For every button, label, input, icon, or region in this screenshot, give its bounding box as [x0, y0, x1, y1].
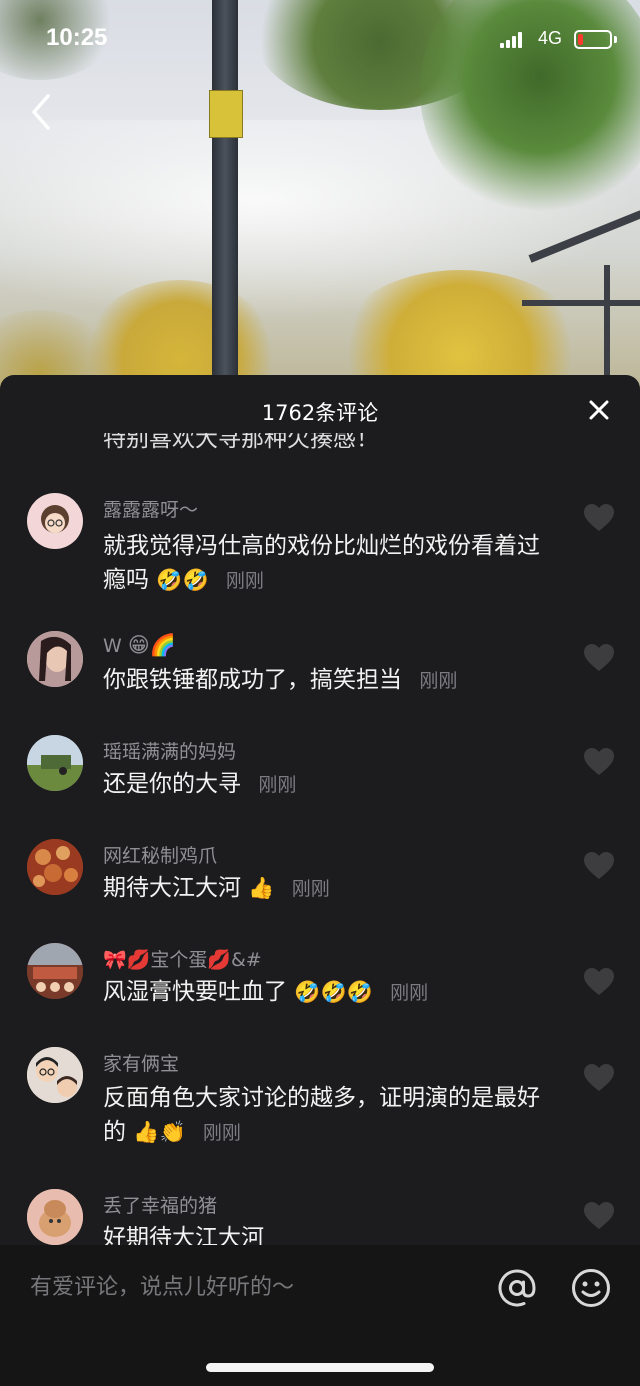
- avatar[interactable]: [27, 735, 83, 791]
- comment-emojis: 🤣🤣: [156, 568, 209, 592]
- network-type: 4G: [538, 28, 563, 48]
- comment-count-title: 1762条评论: [261, 401, 379, 425]
- like-button[interactable]: [583, 1201, 615, 1231]
- comment-text: 还是你的大寻 刚刚: [103, 767, 558, 802]
- comment-author[interactable]: 瑶瑶满满的妈妈: [103, 737, 236, 764]
- partial-comment-text: 特别喜欢大寻那种欠揍感！: [103, 433, 379, 452]
- structure: [604, 265, 610, 385]
- heart-icon: [584, 1202, 614, 1229]
- comment-panel: 1762条评论 特别喜欢大寻那种欠揍感！ 露露露呀～ 就我觉得冯仕高的戏份比灿烂…: [0, 375, 640, 1386]
- comment-time: 刚刚: [225, 570, 264, 592]
- comment-author[interactable]: 🎀💋宝个蛋💋&#: [103, 945, 262, 972]
- comment-input[interactable]: [30, 1267, 470, 1307]
- close-icon: [589, 400, 609, 420]
- heart-icon: [584, 968, 614, 995]
- comment-author[interactable]: 网红秘制鸡爪: [103, 841, 217, 868]
- comment-time: 刚刚: [419, 670, 458, 692]
- status-bar: 10:25 4G: [0, 0, 640, 80]
- comment-text: 风湿膏快要吐血了 🤣🤣🤣 刚刚: [103, 975, 558, 1010]
- status-time: 10:25: [46, 24, 108, 51]
- comment-time: 刚刚: [202, 1122, 241, 1144]
- avatar[interactable]: [27, 1189, 83, 1245]
- avatar[interactable]: [27, 493, 83, 549]
- battery-icon: [574, 30, 612, 49]
- comment-author[interactable]: W 😁🌈: [103, 633, 176, 658]
- comment-author[interactable]: 家有俩宝: [103, 1049, 179, 1076]
- comment-text: 反面角色大家讨论的越多，证明演的是最好的 👍👏 刚刚: [103, 1081, 558, 1150]
- pole-sign: [209, 90, 243, 138]
- comment-text: 就我觉得冯仕高的戏份比灿烂的戏份看着过瘾吗 🤣🤣 刚刚: [103, 529, 558, 598]
- like-button[interactable]: [583, 967, 615, 997]
- heart-icon: [584, 504, 614, 531]
- comment-text: 你跟铁锤都成功了，搞笑担当 刚刚: [103, 663, 558, 698]
- comment-time: 刚刚: [258, 774, 297, 796]
- avatar[interactable]: [27, 1047, 83, 1103]
- smiley-icon: [572, 1269, 610, 1307]
- mention-button[interactable]: [496, 1267, 538, 1309]
- close-button[interactable]: [584, 395, 614, 425]
- comment-time: 刚刚: [390, 982, 429, 1004]
- like-button[interactable]: [583, 643, 615, 673]
- comment-text: 好期待大江大河: [103, 1221, 558, 1245]
- at-icon: [498, 1269, 536, 1307]
- comment-author[interactable]: 露露露呀～: [103, 495, 198, 522]
- comment-body: 风湿膏快要吐血了: [103, 979, 287, 1005]
- like-button[interactable]: [583, 747, 615, 777]
- emoji-button[interactable]: [570, 1267, 612, 1309]
- like-button[interactable]: [583, 503, 615, 533]
- comment-text: 期待大江大河 👍 刚刚: [103, 871, 558, 906]
- comment-emojis: 🤣🤣🤣: [294, 980, 373, 1004]
- comment-emojis: 👍👏: [133, 1120, 186, 1144]
- structure: [522, 300, 640, 306]
- chevron-left-icon: [32, 94, 50, 130]
- comment-emojis: 👍: [248, 876, 275, 900]
- comment-list[interactable]: 特别喜欢大寻那种欠揍感！ 露露露呀～ 就我觉得冯仕高的戏份比灿烂的戏份看着过瘾吗…: [0, 433, 640, 1245]
- heart-icon: [584, 644, 614, 671]
- heart-icon: [584, 1064, 614, 1091]
- avatar[interactable]: [27, 631, 83, 687]
- heart-icon: [584, 852, 614, 879]
- comment-author[interactable]: 丢了幸福的猪: [103, 1191, 217, 1218]
- comment-time: 刚刚: [291, 878, 330, 900]
- like-button[interactable]: [583, 1063, 615, 1093]
- like-button[interactable]: [583, 851, 615, 881]
- comment-body: 好期待大江大河: [103, 1225, 264, 1245]
- heart-icon: [584, 748, 614, 775]
- signal-icon: [500, 32, 526, 48]
- comments-screen: 10:25 4G 1762条评论 特别喜欢大寻那种欠揍感！ 露露露呀～ 就我觉得…: [0, 0, 640, 1386]
- avatar[interactable]: [27, 943, 83, 999]
- home-indicator[interactable]: [206, 1363, 434, 1372]
- comment-input-bar: [0, 1245, 640, 1386]
- comment-body: 还是你的大寻: [103, 771, 241, 797]
- avatar[interactable]: [27, 839, 83, 895]
- comment-body: 期待大江大河: [103, 875, 241, 901]
- back-button[interactable]: [22, 92, 62, 132]
- comment-body: 你跟铁锤都成功了，搞笑担当: [103, 667, 402, 693]
